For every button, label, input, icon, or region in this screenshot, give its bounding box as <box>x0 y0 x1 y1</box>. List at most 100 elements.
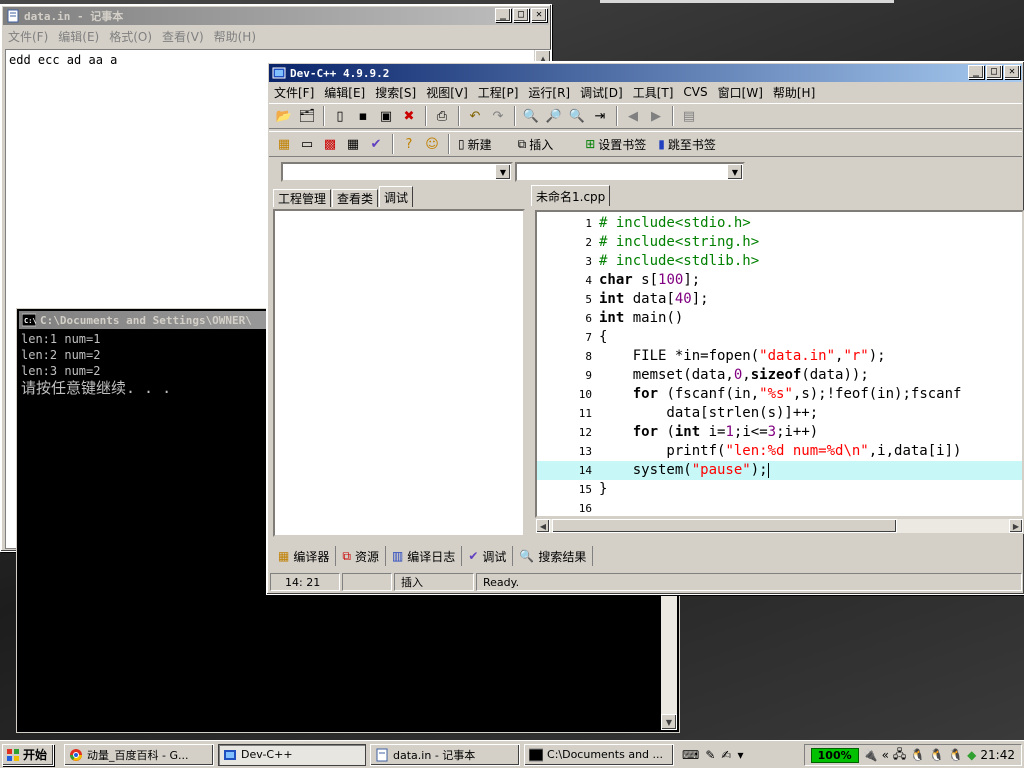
goto-line-icon[interactable]: ⇥ <box>589 105 611 127</box>
code-line[interactable]: 12 for (int i=1;i<=3;i++) <box>537 423 1022 442</box>
menu-format[interactable]: 格式(O) <box>104 28 157 45</box>
close-button[interactable]: ✕ <box>1004 65 1020 79</box>
hscroll-thumb[interactable] <box>552 519 897 533</box>
code-line[interactable]: 7{ <box>537 328 1022 347</box>
code-line[interactable]: 6 int main() <box>537 309 1022 328</box>
tab-compiler[interactable]: ▦ 编译器 <box>272 546 337 566</box>
network-icon[interactable]: 🖧 <box>893 745 906 766</box>
task-devcpp[interactable]: Dev-C++ <box>218 743 367 766</box>
run-icon[interactable]: ▭ <box>296 133 318 155</box>
back-icon[interactable]: ◀ <box>622 105 644 127</box>
tray-expand-icon[interactable]: « <box>882 748 889 762</box>
save-icon[interactable]: ▪ <box>352 105 374 127</box>
menu-help[interactable]: 帮助(H) <box>209 28 261 45</box>
print-icon[interactable]: ⎙ <box>431 105 453 127</box>
code-line[interactable]: 3 # include<stdlib.h> <box>537 252 1022 271</box>
menu-project[interactable]: 工程[P] <box>473 84 524 101</box>
scroll-left-arrow-icon[interactable]: ◀ <box>536 519 550 533</box>
compile-run-icon[interactable]: ▩ <box>319 133 341 155</box>
task-console[interactable]: C:\Documents and ... <box>524 743 675 766</box>
menu-cvs[interactable]: CVS <box>678 85 712 99</box>
rebuild-icon[interactable]: ▦ <box>342 133 364 155</box>
find-icon[interactable]: 🔍 <box>520 105 542 127</box>
menu-edit[interactable]: 编辑[E] <box>319 84 370 101</box>
maximize-button[interactable]: □ <box>986 65 1002 79</box>
scroll-down-arrow-icon[interactable]: ▼ <box>661 714 677 730</box>
task-notepad[interactable]: data.in - 记事本 <box>370 743 521 766</box>
menu-view[interactable]: 视图[V] <box>421 84 473 101</box>
tab-debug[interactable]: 调试 <box>379 186 414 207</box>
menu-help[interactable]: 帮助[H] <box>768 84 820 101</box>
tab-classes[interactable]: 查看类 <box>332 189 379 207</box>
pen-icon[interactable]: ✎ <box>705 748 715 762</box>
tab-resources[interactable]: ⧉ 资源 <box>336 546 386 566</box>
redo-icon[interactable]: ↷ <box>487 105 509 127</box>
code-line[interactable]: 2 # include<string.h> <box>537 233 1022 252</box>
close-project-icon[interactable]: 🗂 <box>296 105 318 127</box>
set-bookmark-button[interactable]: ⊞ 设置书签 <box>561 133 654 155</box>
menu-edit[interactable]: 编辑(E) <box>53 28 104 45</box>
code-line[interactable]: 8 FILE *in=fopen("data.in","r"); <box>537 347 1022 366</box>
code-line[interactable]: 13 printf("len:%d num=%d\n",i,data[i]) <box>537 442 1022 461</box>
app-tray-icon[interactable]: ◆ <box>967 748 976 762</box>
devcpp-titlebar[interactable]: Dev-C++ 4.9.9.2 _ □ ✕ <box>269 64 1022 82</box>
maximize-button[interactable]: □ <box>513 8 529 22</box>
document-icon[interactable]: ▤ <box>678 105 700 127</box>
tab-search-results[interactable]: 🔍 搜索结果 <box>513 546 594 566</box>
about-icon[interactable]: ☺ <box>421 133 443 155</box>
menu-window[interactable]: 窗口[W] <box>713 84 768 101</box>
undo-icon[interactable]: ↶ <box>464 105 486 127</box>
code-line[interactable]: 5 int data[40]; <box>537 290 1022 309</box>
find-next-icon[interactable]: 🔍 <box>566 105 588 127</box>
code-line[interactable]: 16 <box>537 499 1022 516</box>
start-button[interactable]: 开始 <box>2 743 55 766</box>
class-combo[interactable]: ▼ <box>281 162 513 182</box>
new-button[interactable]: ▯ 新建 <box>454 133 500 155</box>
code-editor[interactable]: 1 # include<stdio.h> 2 # include<string.h> 3… <box>535 210 1024 518</box>
tab-compile-log[interactable]: ▥ 编译日志 <box>386 546 463 566</box>
close-file-icon[interactable]: ✖ <box>398 105 420 127</box>
open-project-icon[interactable]: 📂 <box>273 105 295 127</box>
chevron-down-icon[interactable]: ▼ <box>727 164 743 180</box>
new-file-icon[interactable]: ▯ <box>329 105 351 127</box>
forward-icon[interactable]: ▶ <box>645 105 667 127</box>
member-combo[interactable]: ▼ <box>515 162 745 182</box>
code-line[interactable]: 9 memset(data,0,sizeof(data)); <box>537 366 1022 385</box>
task-chrome[interactable]: 动量_百度百科 - G... <box>64 743 215 766</box>
qq-icon[interactable]: 🐧 <box>929 748 944 762</box>
compile-icon[interactable]: ▦ <box>273 133 295 155</box>
insert-button[interactable]: ⧉ 插入 <box>500 133 562 155</box>
code-line[interactable]: 14 system("pause"); <box>537 461 1022 480</box>
qq-icon[interactable]: 🐧 <box>948 748 963 762</box>
code-line[interactable]: 15} <box>537 480 1022 499</box>
battery-indicator[interactable]: 100% <box>810 747 859 763</box>
menu-view[interactable]: 查看(V) <box>157 28 209 45</box>
close-button[interactable]: ✕ <box>531 8 547 22</box>
goto-bookmark-button[interactable]: ▮ 跳至书签 <box>654 133 724 155</box>
tab-file[interactable]: 未命名1.cpp <box>531 185 611 206</box>
dropdown-icon[interactable]: ▾ <box>737 748 743 762</box>
code-line[interactable]: 1 # include<stdio.h> <box>537 214 1022 233</box>
tab-debug-bottom[interactable]: ✔ 调试 <box>462 546 514 566</box>
tab-project[interactable]: 工程管理 <box>273 189 332 207</box>
minimize-button[interactable]: _ <box>968 65 984 79</box>
menu-run[interactable]: 运行[R] <box>523 84 575 101</box>
minimize-button[interactable]: _ <box>495 8 511 22</box>
menu-file[interactable]: 文件(F) <box>3 28 53 45</box>
qq-icon[interactable]: 🐧 <box>910 748 925 762</box>
save-all-icon[interactable]: ▣ <box>375 105 397 127</box>
editor-hscrollbar[interactable]: ◀ ▶ <box>535 518 1024 534</box>
left-panel[interactable] <box>273 209 525 537</box>
check-icon[interactable]: ✔ <box>365 133 387 155</box>
help-icon[interactable]: ? <box>398 133 420 155</box>
code-line[interactable]: 11 data[strlen(s)]++; <box>537 404 1022 423</box>
notepad-titlebar[interactable]: data.in - 记事本 _ □ ✕ <box>3 7 549 25</box>
menu-tools[interactable]: 工具[T] <box>628 84 679 101</box>
menu-search[interactable]: 搜索[S] <box>370 84 421 101</box>
replace-icon[interactable]: 🔎 <box>543 105 565 127</box>
power-plug-icon[interactable]: 🔌 <box>863 748 878 762</box>
keyboard-icon[interactable]: ⌨ <box>682 748 699 762</box>
menu-debug[interactable]: 调试[D] <box>575 84 628 101</box>
scroll-right-arrow-icon[interactable]: ▶ <box>1009 519 1023 533</box>
ime-icon[interactable]: ✍ <box>721 748 731 762</box>
